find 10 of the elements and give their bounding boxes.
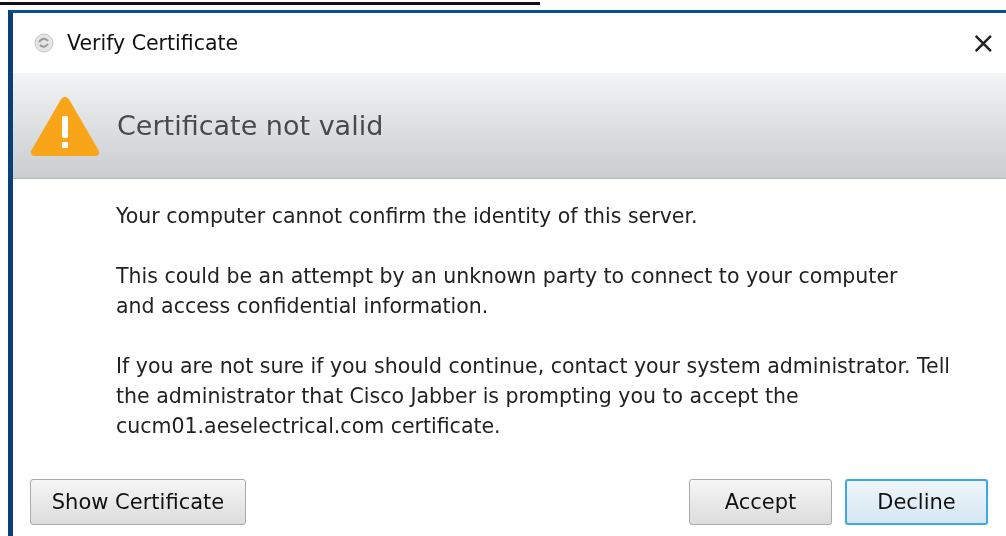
message-text: If you are not sure if you should continue, contact your system administrator. Tell the administrator that Cisco Jabber is prompting you to accept the cucm01.aeselectrical.com certificate. bbox=[116, 353, 952, 440]
dialog-button[interactable]: Decline bbox=[845, 479, 988, 525]
dialog-button[interactable]: Show Certificate bbox=[30, 479, 246, 525]
header-title: Certificate not valid bbox=[117, 110, 384, 141]
close-button[interactable]: × bbox=[960, 28, 1006, 58]
message-text: Your computer cannot confirm the identity of this server. bbox=[116, 203, 699, 230]
app-icon bbox=[33, 32, 55, 54]
message-text: This could be an attempt by an unknown party to connect to your computer and access confidential information. bbox=[116, 263, 899, 320]
window-title: Verify Certificate bbox=[67, 31, 240, 55]
dialog-button[interactable]: Accept bbox=[689, 479, 832, 525]
